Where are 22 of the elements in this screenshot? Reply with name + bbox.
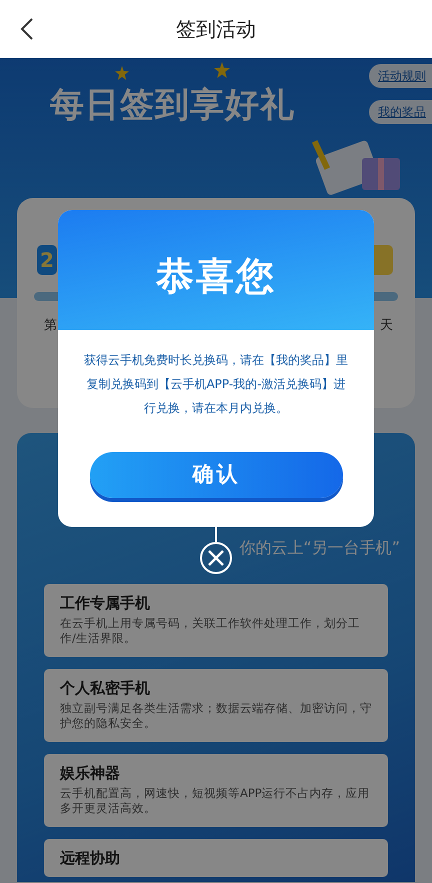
feature-description: 云手机配置高，网速快，短视频等APP运行不占内存，应用多开更灵活高效。 (60, 786, 371, 816)
star-icon (115, 66, 129, 80)
feature-title: 娱乐神器 (60, 764, 121, 782)
confirm-button[interactable]: 确认 (90, 452, 343, 498)
back-icon[interactable] (20, 17, 34, 41)
dialog-message: 获得云手机免费时长兑换码，请在【我的奖品】里复制兑换码到【云手机APP-我的-激活兑换码】进行兑换，请在本月内兑换。 (83, 352, 349, 417)
banner-link[interactable]: 我的奖品 (369, 100, 432, 124)
feature-title: 工作专属手机 (60, 594, 151, 612)
feature-description: 独立副号满足各类生活需求；数据云端存储、加密访问，守护您的隐私安全。 (60, 701, 372, 731)
banner-heading: 每日签到享好礼 (50, 84, 295, 127)
day-label: 天 (380, 317, 393, 335)
day-badge: 2 (37, 245, 57, 275)
close-icon[interactable] (199, 527, 233, 576)
star-icon (214, 62, 230, 78)
feature-title: 个人私密手机 (60, 679, 151, 697)
day-label: 第 (44, 317, 57, 335)
banner-link[interactable]: 活动规则 (369, 64, 432, 88)
dialog-title: 恭喜您 (154, 253, 277, 300)
page-title: 签到活动 (176, 16, 256, 43)
feature-title: 远程协助 (60, 849, 121, 867)
feature-description: 在云手机上用专属号码，关联工作软件处理工作，划分工作/生活界限。 (60, 616, 361, 646)
promo-subtitle: 你的云上“另一台手机” (239, 537, 400, 559)
